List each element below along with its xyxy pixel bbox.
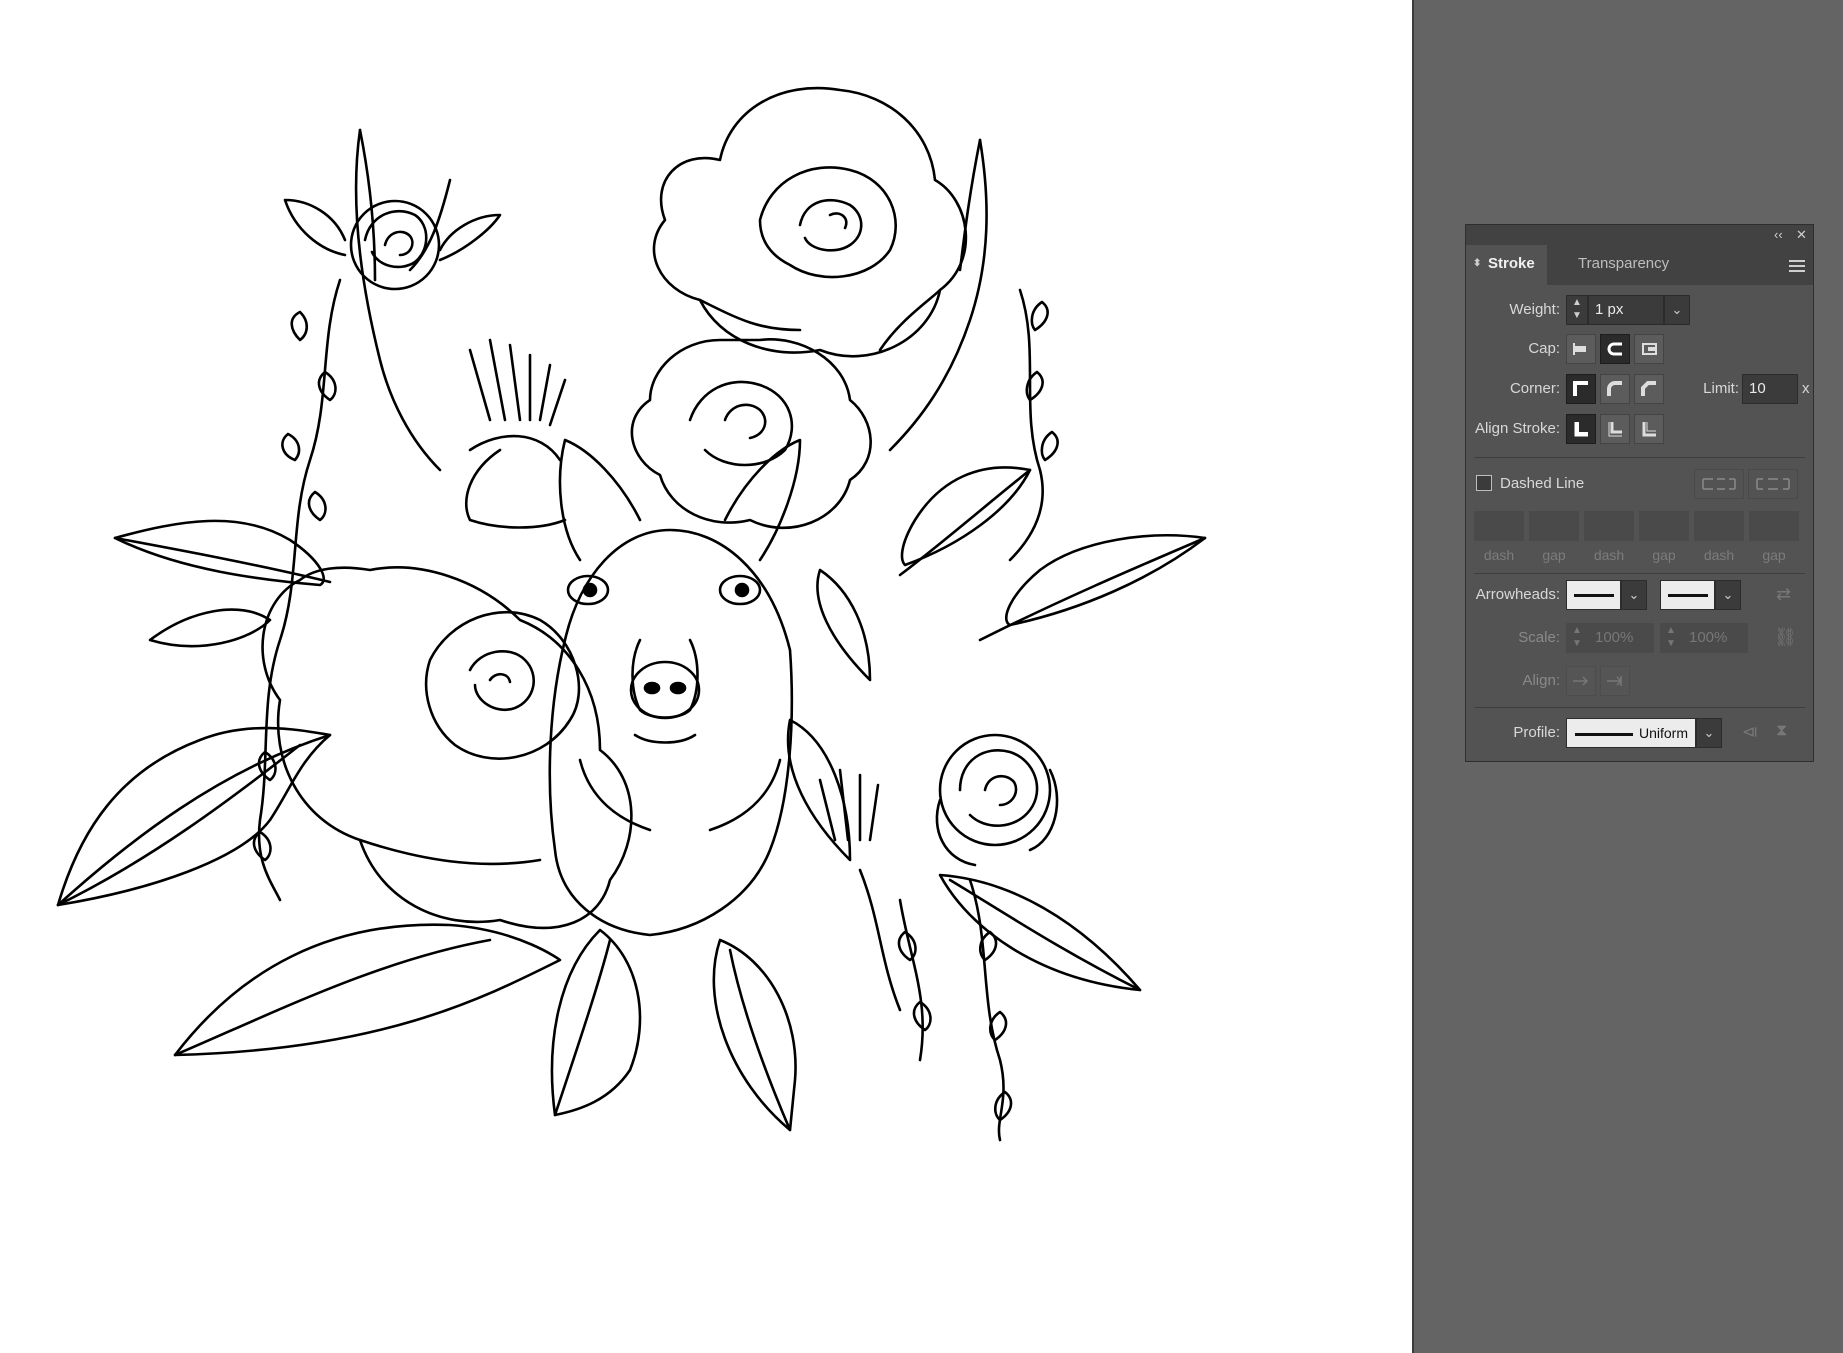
separator [1474,457,1805,458]
arrowheads-label: Arrowheads: [1475,586,1560,603]
artboard-canvas[interactable] [0,0,1412,1353]
bevel-join-icon [1641,381,1656,396]
align-stroke-center-button[interactable] [1566,414,1596,444]
link-scale-icon[interactable]: ⛓ [1774,627,1797,648]
panel-tabs: ⬍ Stroke Transparency [1466,245,1813,285]
dash-preserve-icon [1702,478,1736,490]
gap-1-input[interactable] [1529,511,1579,541]
miter-join-button[interactable] [1566,374,1596,404]
profile-select[interactable]: Uniform [1566,718,1696,748]
arrow-beyond-icon [1573,676,1589,686]
dash-3-input[interactable] [1694,511,1744,541]
panel-title-bar[interactable]: ‹‹ ✕ [1466,225,1813,245]
collapse-panel-icon[interactable]: ‹‹ [1774,227,1783,242]
weight-dropdown-chevron-icon[interactable]: ⌄ [1664,295,1690,325]
cap-label: Cap: [1528,340,1560,357]
projecting-cap-icon [1642,343,1657,355]
scale-label: Scale: [1518,629,1560,646]
scale-end-input[interactable]: 100% [1682,623,1748,653]
round-join-button[interactable] [1600,374,1630,404]
align-stroke-outside-button[interactable] [1634,414,1664,444]
dash-2-label: dash [1593,547,1625,563]
round-join-icon [1607,381,1622,396]
scale-end-stepper[interactable]: ▲ ▼ [1660,623,1682,653]
gap-3-label: gap [1762,547,1786,563]
bevel-join-button[interactable] [1634,374,1664,404]
dashed-line-checkbox[interactable] [1476,475,1492,491]
corner-label: Corner: [1509,380,1560,397]
end-arrowhead-select[interactable] [1660,580,1715,610]
arrow-place-at-end-button[interactable] [1600,666,1630,696]
align-stroke-label: Align Stroke: [1474,420,1560,437]
weight-stepper[interactable]: ▲ ▼ [1566,295,1588,325]
separator [1474,707,1805,708]
align-label: Align: [1522,672,1560,689]
dash-3-label: dash [1703,547,1735,563]
limit-label: Limit: [1703,380,1739,397]
tab-transparency[interactable]: Transparency [1566,245,1681,285]
profile-label: Profile: [1513,724,1560,741]
limit-suffix: x [1802,380,1810,397]
dash-2-input[interactable] [1584,511,1634,541]
start-arrowhead-chevron-icon[interactable]: ⌄ [1621,580,1647,610]
flip-across-icon[interactable]: ⧗ [1776,722,1787,740]
scale-start-stepper[interactable]: ▲ ▼ [1566,623,1588,653]
dash-exact-lengths-button[interactable] [1694,469,1744,499]
stroke-panel: ‹‹ ✕ ⬍ Stroke Transparency Weight: ▲ ▼ 1 … [1465,224,1814,762]
align-stroke-inside-button[interactable] [1600,414,1630,444]
arrow-at-end-icon [1607,676,1623,686]
flip-along-icon[interactable]: ⧏ [1742,722,1758,742]
tab-stroke[interactable]: ⬍ Stroke [1466,245,1547,285]
limit-input[interactable]: 10 [1742,374,1798,404]
dashed-line-label: Dashed Line [1500,475,1585,492]
arrow-extend-beyond-button[interactable] [1566,666,1596,696]
gap-2-label: gap [1652,547,1676,563]
uniform-profile-line [1575,733,1633,736]
weight-label: Weight: [1509,301,1560,318]
start-arrowhead-select[interactable] [1566,580,1621,610]
align-inside-icon [1608,422,1622,437]
gap-3-input[interactable] [1749,511,1799,541]
separator [1474,573,1805,574]
dash-align-icon [1756,478,1790,490]
round-cap-icon [1607,342,1622,356]
profile-value: Uniform [1639,725,1689,741]
round-cap-button[interactable] [1600,334,1630,364]
butt-cap-icon [1573,343,1586,355]
dash-align-corners-button[interactable] [1748,469,1798,499]
end-arrowhead-chevron-icon[interactable]: ⌄ [1715,580,1741,610]
projecting-cap-button[interactable] [1634,334,1664,364]
weight-input[interactable]: 1 px [1588,295,1664,325]
swap-arrowheads-icon[interactable]: ⇄ [1776,584,1791,605]
gap-2-input[interactable] [1639,511,1689,541]
scale-start-input[interactable]: 100% [1588,623,1654,653]
profile-chevron-icon[interactable]: ⌄ [1696,718,1722,748]
updown-arrows-icon: ⬍ [1473,258,1482,269]
miter-join-icon [1573,381,1588,396]
butt-cap-button[interactable] [1566,334,1596,364]
align-center-icon [1574,422,1588,437]
align-outside-icon [1642,422,1656,437]
dash-1-input[interactable] [1474,511,1524,541]
close-panel-icon[interactable]: ✕ [1796,227,1807,243]
panel-menu-icon[interactable] [1789,257,1805,275]
deer-floral-illustration[interactable] [0,0,1412,1353]
dash-1-label: dash [1483,547,1515,563]
gap-1-label: gap [1542,547,1566,563]
